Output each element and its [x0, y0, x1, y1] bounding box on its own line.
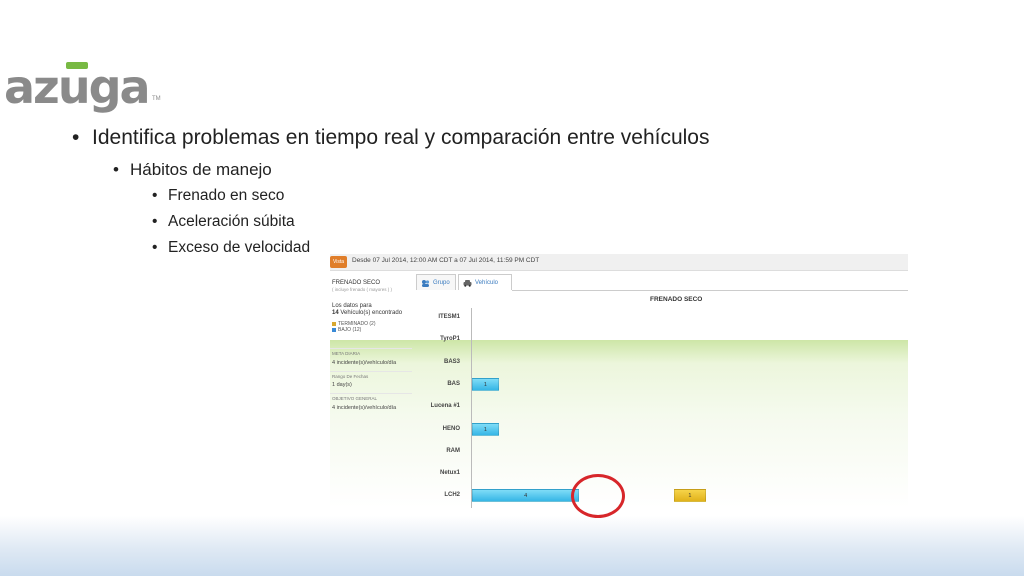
category-label: ITESM1	[438, 314, 460, 320]
azuga-logo: azuga TM	[4, 62, 164, 112]
slide-background-gradient	[0, 516, 1024, 576]
section-heading: OBJETIVO GENERAL	[332, 396, 378, 401]
bullet-sub: Hábitos de manejo	[113, 160, 272, 180]
vehicle-count-text: Vehículo(s) encontrado	[338, 310, 403, 316]
category-label: LCH2	[444, 492, 460, 499]
bar-bajo[interactable]: 1	[472, 422, 499, 436]
bullet-main: Identifica problemas en tiempo real y co…	[72, 126, 709, 150]
tab-divider	[512, 290, 908, 291]
category-label: Netux1	[439, 470, 460, 477]
bullet-item: Aceleración súbita	[152, 213, 295, 231]
section-value: 1 day(s)	[332, 382, 352, 388]
date-range-text: Desde 07 Jul 2014, 12:00 AM CDT a 07 Jul…	[352, 257, 540, 264]
section-value: 4 incidente(s)/vehículo/día	[332, 360, 397, 366]
section-value: 4 incidente(s)/vehículo/día	[332, 405, 397, 411]
highlight-circle	[571, 474, 625, 518]
category-label: TyroP1	[440, 336, 460, 343]
chart-title: FRENADO SECO	[650, 296, 703, 303]
bar-terminado[interactable]: 1	[674, 489, 706, 503]
section-heading: META DIARIA	[332, 351, 361, 356]
panel-title: FRENADO SECO	[332, 280, 381, 286]
category-label: Lucena #1	[430, 403, 460, 410]
bar-bajo[interactable]: 1	[472, 377, 499, 391]
panel-divider	[330, 348, 412, 349]
category-label: HENO	[442, 425, 460, 432]
logo-text: azuga	[4, 60, 151, 114]
logo-accent-bar	[66, 62, 88, 69]
logo-trademark: TM	[152, 96, 161, 102]
category-label: BAS	[447, 380, 460, 387]
category-label: BAS3	[443, 358, 460, 365]
date-range-bar: Vista Desde 07 Jul 2014, 12:00 AM CDT a …	[330, 254, 908, 271]
car-icon	[463, 280, 472, 287]
legend-bajo: BAJO (12)	[332, 327, 361, 333]
bullet-item: Exceso de velocidad	[152, 239, 310, 257]
vehicle-count: 14 Vehículo(s) encontrado	[332, 310, 402, 316]
bar-bajo[interactable]: 4	[472, 489, 580, 503]
tab-label: Grupo	[433, 280, 450, 286]
tab-grupo[interactable]: Grupo	[416, 274, 456, 290]
tab-vehiculo[interactable]: Vehículo	[458, 274, 512, 290]
report-screenshot: Vista Desde 07 Jul 2014, 12:00 AM CDT a …	[330, 254, 908, 508]
category-label: RAM	[446, 447, 460, 454]
bullet-item: Frenado en seco	[152, 187, 284, 205]
panel-divider	[330, 393, 412, 394]
view-button[interactable]: Vista	[330, 256, 347, 268]
data-for-label: Los datos para	[332, 303, 372, 309]
chart-axis	[471, 308, 472, 508]
panel-divider	[330, 371, 412, 372]
tab-label: Vehículo	[475, 280, 499, 286]
vehicle-count-number: 14	[332, 310, 339, 316]
panel-subtitle: ( incluye frenado ( mayores ) )	[332, 287, 393, 292]
section-heading: Rango De Fechas	[332, 374, 369, 379]
group-icon	[422, 280, 430, 287]
